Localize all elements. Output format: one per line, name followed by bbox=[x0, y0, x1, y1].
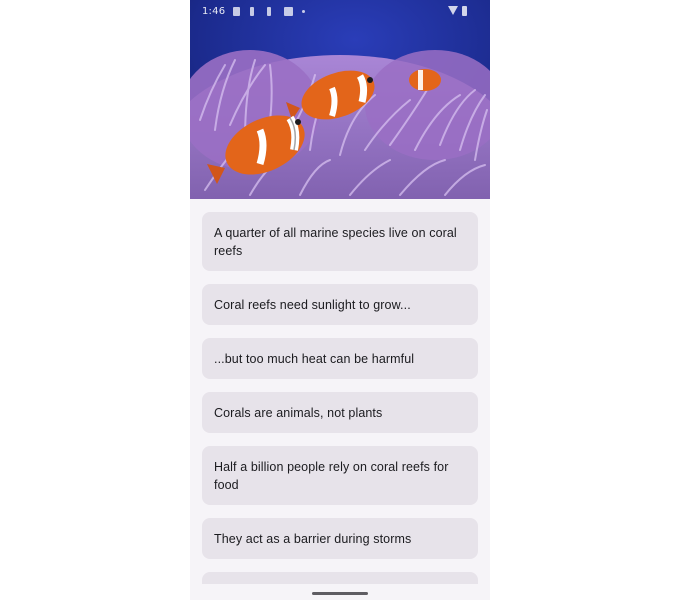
clownfish-anemone-photo bbox=[190, 0, 490, 199]
gallery-icon bbox=[284, 7, 293, 16]
fact-card[interactable]: Coral reefs need sunlight to grow... bbox=[202, 284, 478, 325]
fact-card[interactable]: Corals are animals, not plants bbox=[202, 392, 478, 433]
notification-icon bbox=[233, 7, 240, 16]
dot-icon bbox=[302, 10, 305, 13]
sim-icon bbox=[250, 7, 254, 16]
fact-card[interactable]: They act as a barrier during storms bbox=[202, 518, 478, 559]
fact-card[interactable]: ...but too much heat can be harmful bbox=[202, 338, 478, 379]
facts-list: A quarter of all marine species live on … bbox=[202, 212, 478, 600]
phone-screen: 1:46 A quarter of all marine species liv… bbox=[190, 0, 490, 600]
gesture-handle[interactable] bbox=[312, 592, 368, 595]
sim-icon bbox=[267, 7, 271, 16]
hero-image: 1:46 bbox=[190, 0, 490, 199]
battery-icon bbox=[462, 6, 467, 16]
status-time: 1:46 bbox=[202, 6, 226, 17]
fact-card[interactable]: A quarter of all marine species live on … bbox=[202, 212, 478, 271]
wifi-icon bbox=[448, 6, 458, 15]
status-bar: 1:46 bbox=[190, 0, 490, 24]
fact-card[interactable]: Half a billion people rely on coral reef… bbox=[202, 446, 478, 505]
